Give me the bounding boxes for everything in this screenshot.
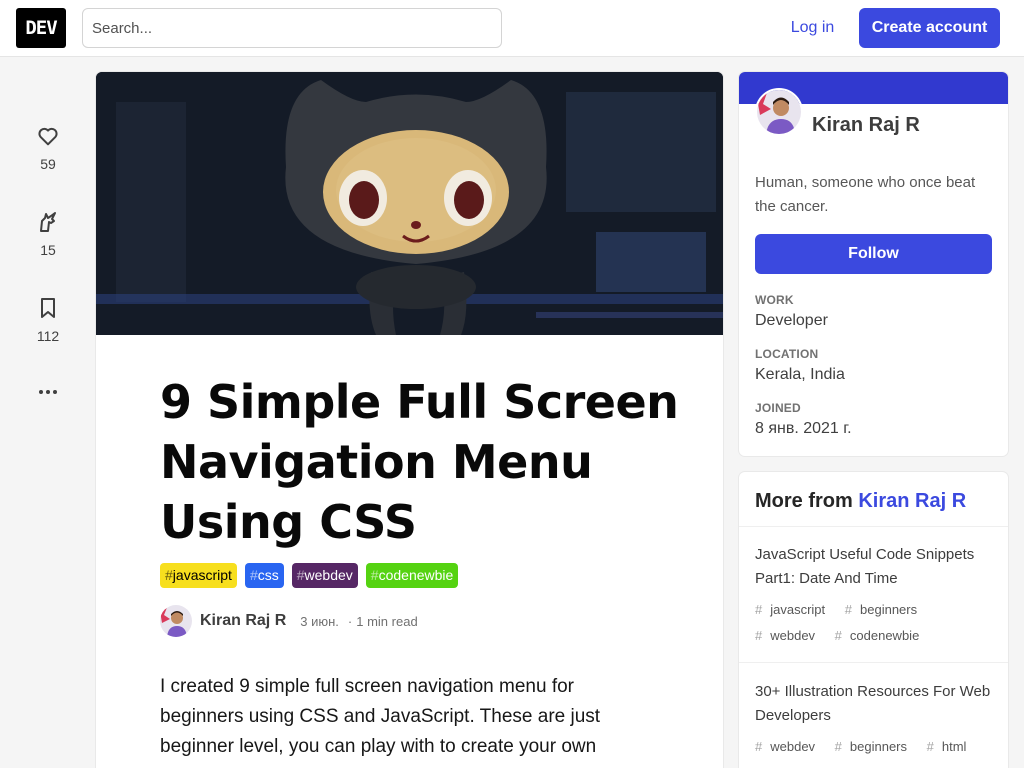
login-link[interactable]: Log in xyxy=(778,8,847,48)
more-post-item[interactable]: JavaScript Useful Code Snippets Part1: D… xyxy=(739,543,1008,649)
unicorn-count: 15 xyxy=(40,242,56,258)
more-from-card: More from Kiran Raj R JavaScript Useful … xyxy=(739,472,1008,768)
more-post-tags: # webdev # beginners # html xyxy=(755,734,992,760)
more-post-item[interactable]: 30+ Illustration Resources For Web Devel… xyxy=(739,680,1008,760)
author-byline: Kiran Raj R 3 июн. · 1 min read xyxy=(160,605,418,637)
unicorn-icon xyxy=(40,212,56,232)
publish-date: 3 июн. xyxy=(300,613,339,629)
profile-name[interactable]: Kiran Raj R xyxy=(812,114,920,137)
dev-logo[interactable]: DEV xyxy=(16,8,66,48)
more-post-tags: # javascript # beginners # webdev # codenewb… xyxy=(755,597,992,649)
create-account-button[interactable]: Create account xyxy=(859,8,1000,48)
tag-hash: # xyxy=(834,628,842,643)
tag-hash: # xyxy=(755,628,763,643)
tag-hash: # xyxy=(926,739,934,754)
ellipsis-icon xyxy=(39,390,57,394)
article-card: 9 Simple Full Screen Navigation Menu Usi… xyxy=(96,72,723,768)
tag-label: webdev xyxy=(770,739,816,754)
top-navbar: DEV Log in Create account xyxy=(0,0,1024,57)
author-name[interactable]: Kiran Raj R xyxy=(200,612,286,630)
more-post-tag[interactable]: # javascript xyxy=(755,602,833,617)
tag-label: webdev xyxy=(770,628,816,643)
more-post-tag[interactable]: # codenewbie xyxy=(835,628,928,643)
joined-value: 8 янв. 2021 г. xyxy=(755,420,852,437)
more-post-tag[interactable]: # webdev xyxy=(755,628,823,643)
article-body: I created 9 simple full screen navigatio… xyxy=(160,676,601,757)
tag-codenewbie[interactable]: #codenewbie xyxy=(365,563,459,588)
follow-button[interactable]: Follow xyxy=(755,234,992,274)
tag-css[interactable]: #css xyxy=(244,563,284,588)
tag-hash: # xyxy=(165,567,173,583)
bookmark-button[interactable]: 112 xyxy=(28,296,68,344)
more-post-title[interactable]: 30+ Illustration Resources For Web Devel… xyxy=(755,680,992,728)
heart-icon xyxy=(38,127,58,146)
tag-hash: # xyxy=(370,567,379,583)
meta-separator: · xyxy=(347,613,353,629)
tag-label: codenewbie xyxy=(378,567,454,583)
more-post-tag[interactable]: # webdev xyxy=(755,739,823,754)
tag-label: beginners xyxy=(849,739,908,754)
more-post-tag[interactable]: # beginners xyxy=(835,739,915,754)
octocat-illustration xyxy=(96,72,723,335)
bookmark-count: 112 xyxy=(36,328,60,344)
more-options-button[interactable] xyxy=(28,380,68,404)
tag-hash: # xyxy=(249,567,258,583)
tag-label: codenewbie xyxy=(849,628,920,643)
article-tags: #javascript #css #webdev #codenewbie xyxy=(160,563,459,588)
bookmark-icon xyxy=(41,298,55,318)
more-post-title[interactable]: JavaScript Useful Code Snippets Part1: D… xyxy=(755,543,992,591)
tag-hash: # xyxy=(755,602,763,617)
more-post-tag[interactable]: # html xyxy=(927,739,975,754)
profile-bio: Human, someone who once beat the cancer. xyxy=(755,174,976,215)
work-label: WORK xyxy=(755,293,794,307)
cover-image xyxy=(96,72,723,335)
tag-label: webdev xyxy=(304,567,353,583)
heart-reaction-button[interactable]: 59 xyxy=(28,124,68,172)
tag-hash: # xyxy=(296,567,305,583)
author-avatar[interactable] xyxy=(160,605,192,637)
tag-label: html xyxy=(941,739,967,754)
tag-label: beginners xyxy=(860,602,918,617)
location-label: LOCATION xyxy=(755,347,819,361)
article-title: 9 Simple Full Screen Navigation Menu Usi… xyxy=(160,375,679,549)
joined-label: JOINED xyxy=(755,401,801,415)
search-input[interactable] xyxy=(82,8,502,48)
more-post-tag[interactable]: # beginners xyxy=(845,602,925,617)
tag-hash: # xyxy=(844,602,853,617)
tag-hash: # xyxy=(834,739,842,754)
read-time: 1 min read xyxy=(356,613,418,629)
more-from-label: More from xyxy=(755,490,853,512)
heart-count: 59 xyxy=(40,156,56,172)
tag-label: javascript xyxy=(770,602,826,617)
tag-hash: # xyxy=(755,739,763,754)
tag-label: css xyxy=(257,567,279,583)
divider xyxy=(739,662,1008,663)
location-value: Kerala, India xyxy=(755,366,845,383)
more-from-author-link[interactable]: Kiran Raj R xyxy=(858,490,966,512)
unicorn-reaction-button[interactable]: 15 xyxy=(28,210,68,258)
tag-webdev[interactable]: #webdev xyxy=(291,563,358,588)
profile-avatar[interactable] xyxy=(755,88,803,136)
tag-label: javascript xyxy=(172,567,232,583)
tag-javascript[interactable]: #javascript xyxy=(160,563,237,588)
work-value: Developer xyxy=(755,312,828,329)
author-profile-card: Kiran Raj R Human, someone who once beat… xyxy=(739,72,1008,456)
more-from-heading: More from Kiran Raj R xyxy=(739,472,1008,527)
